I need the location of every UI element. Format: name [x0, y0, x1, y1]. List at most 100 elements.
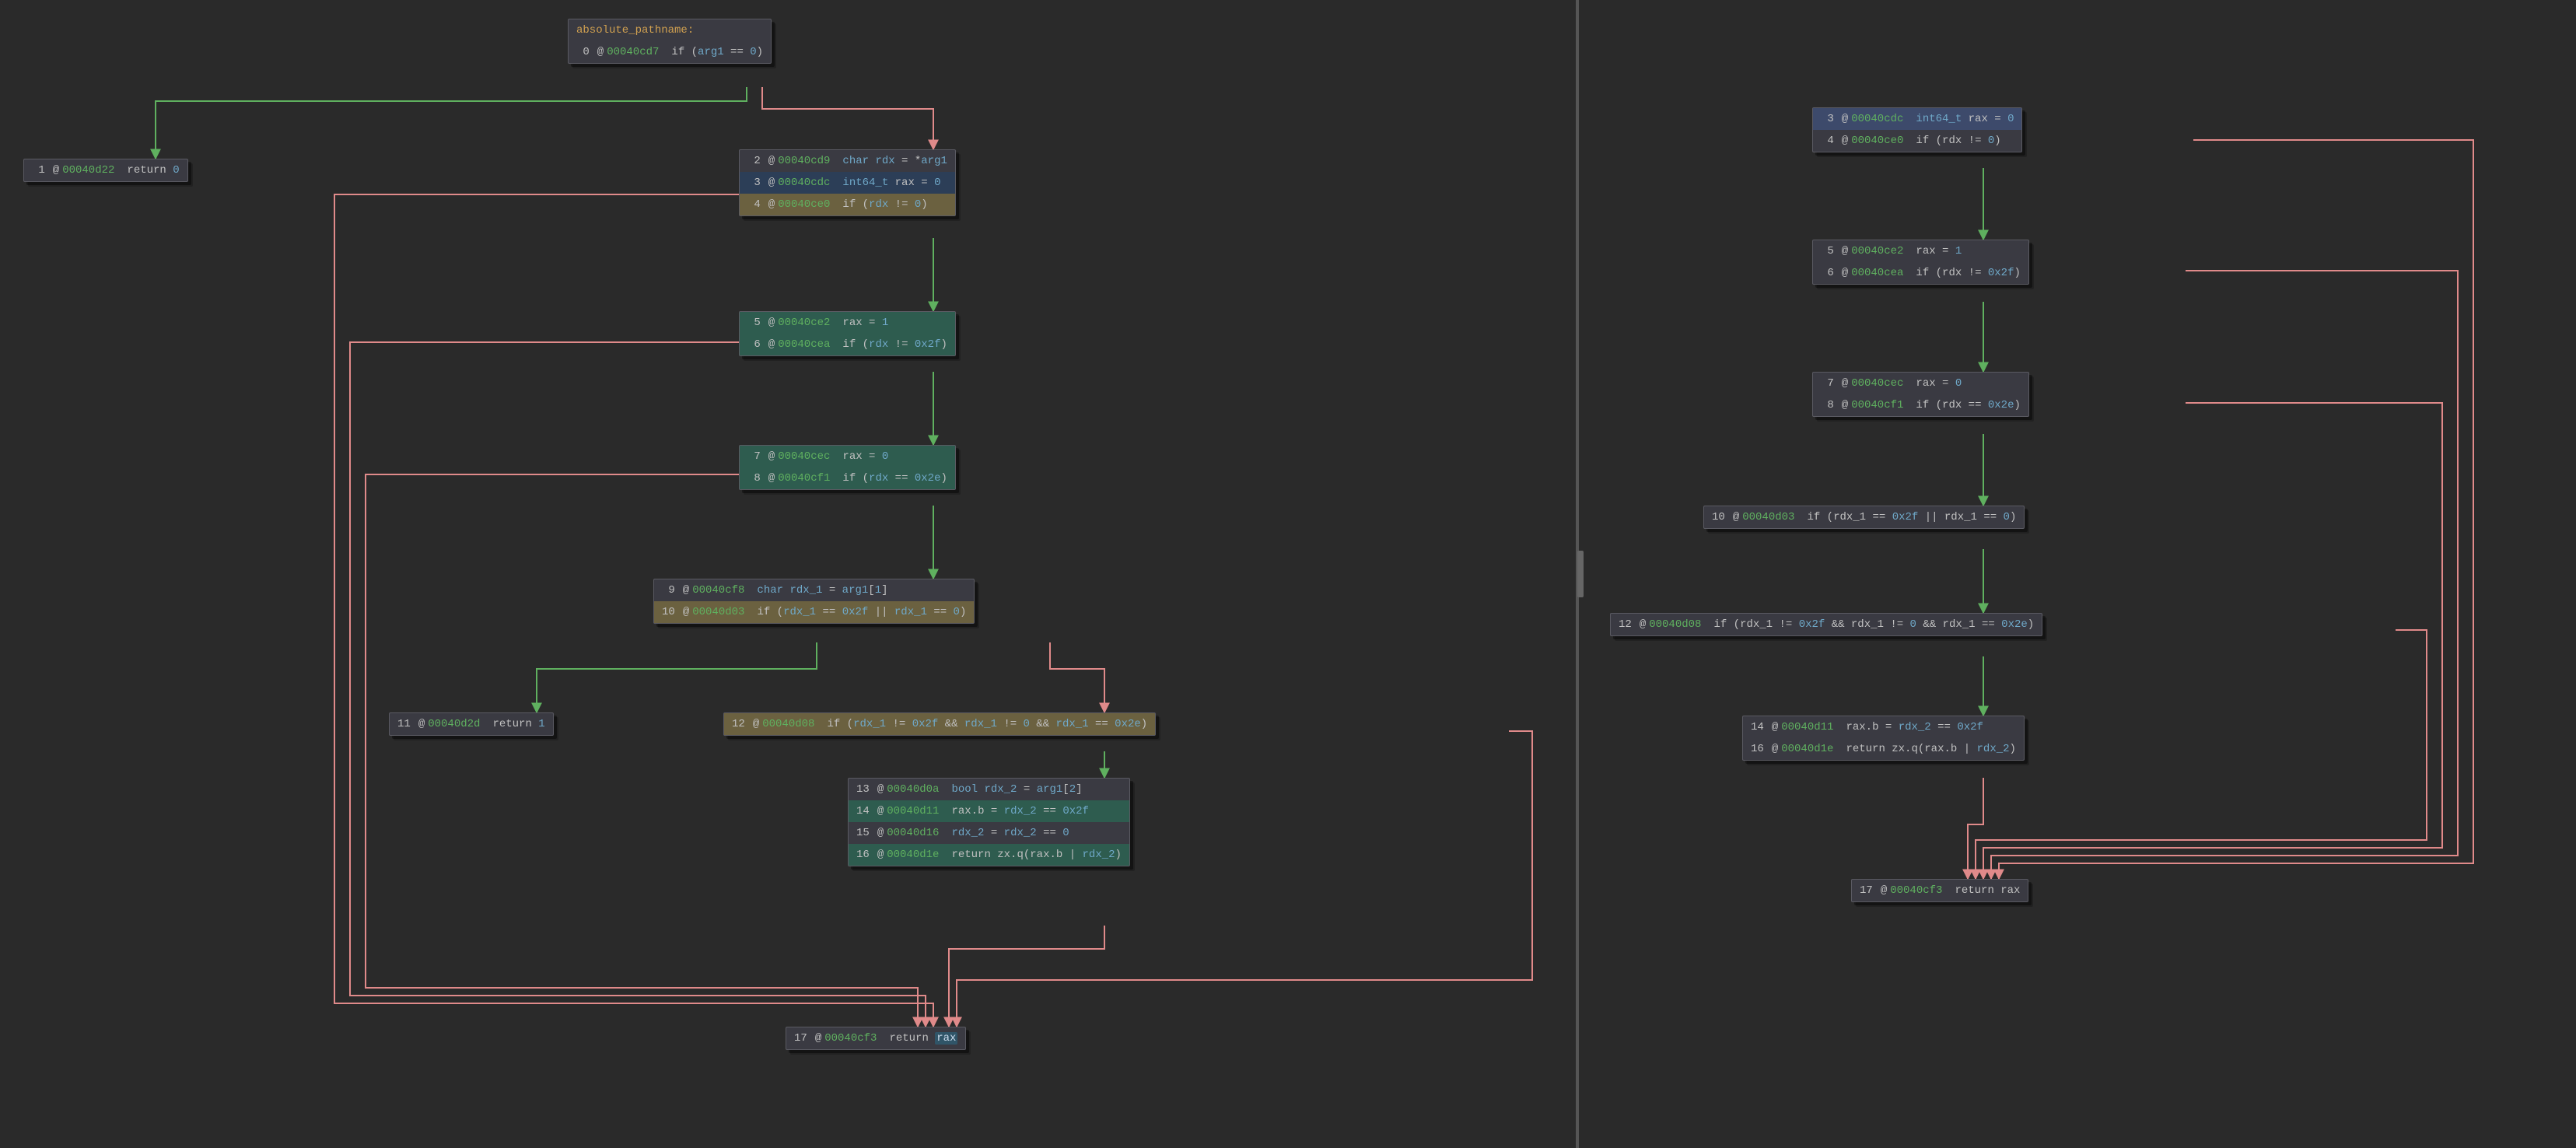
- code-tokens: if (rdx_1 != 0x2f && rdx_1 != 0 && rdx_1…: [827, 718, 1147, 730]
- token-hl-reg: rax: [935, 1032, 957, 1045]
- block-13[interactable]: 13 @ 00040d0a bool rdx_2 = arg1[2] 14 @ …: [848, 778, 1130, 866]
- line-index: 5: [1821, 245, 1834, 257]
- address-label: 00040ce0: [1851, 135, 1903, 147]
- address-label: 00040d16: [887, 827, 939, 839]
- code-line[interactable]: 8 @ 00040cf1 if (rdx == 0x2e): [740, 467, 955, 489]
- block-2[interactable]: 2 @ 00040cd9 char rdx = *arg1 3 @ 00040c…: [739, 149, 956, 216]
- token-ty: int64_t: [842, 177, 894, 189]
- token-op: ==: [1037, 805, 1063, 817]
- block-5[interactable]: 5 @ 00040ce2 rax = 1 6 @ 00040cea if (rd…: [739, 311, 956, 356]
- token-op: |: [1062, 849, 1082, 861]
- token-num: 0x2f: [1799, 618, 1825, 631]
- token-kw: if: [1916, 267, 1929, 279]
- block-12[interactable]: 12 @ 00040d08 if (rdx_1 != 0x2f && rdx_1…: [723, 712, 1156, 736]
- block-11[interactable]: 11 @ 00040d2d return 1: [389, 712, 554, 736]
- left-graph-pane[interactable]: absolute_pathname: 0 @ 00040cd7 if (arg1…: [0, 0, 1579, 1148]
- code-line[interactable]: 5 @ 00040ce2 rax = 1: [740, 312, 955, 334]
- code-line[interactable]: 14 @ 00040d11 rax.b = rdx_2 == 0x2f: [1743, 716, 2024, 738]
- code-tokens: int64_t rax = 0: [1916, 113, 2014, 125]
- token-op: !=: [1884, 618, 1910, 631]
- code-line[interactable]: 16 @ 00040d1e return zx.q(rax.b | rdx_2): [1743, 738, 2024, 760]
- token-nm: rax: [895, 177, 915, 189]
- address-label: 00040cec: [778, 450, 830, 463]
- line-index: 16: [856, 849, 870, 861]
- right-block-3[interactable]: 3 @ 00040cdc int64_t rax = 0 4 @ 00040ce…: [1812, 107, 2022, 152]
- code-line[interactable]: 17 @ 00040cf3 return rax: [786, 1027, 965, 1049]
- at-symbol: @: [683, 584, 689, 597]
- token-op: ]: [881, 584, 887, 597]
- line-index: 8: [1821, 399, 1834, 411]
- code-line[interactable]: 10 @ 00040d03 if (rdx_1 == 0x2f || rdx_1…: [1704, 506, 2024, 528]
- token-op: ==: [1962, 399, 1988, 411]
- token-num: 1: [538, 718, 544, 730]
- token-nm: rax: [842, 317, 862, 329]
- token-nm: rdx: [1942, 267, 1962, 279]
- code-line[interactable]: 14 @ 00040d11 rax.b = rdx_2 == 0x2f: [849, 800, 1129, 822]
- line-index: 12: [732, 718, 745, 730]
- code-line[interactable]: 4 @ 00040ce0 if (rdx != 0): [1813, 130, 2021, 152]
- right-block-10[interactable]: 10 @ 00040d03 if (rdx_1 == 0x2f || rdx_1…: [1703, 506, 2025, 529]
- address-label: 00040ce0: [778, 198, 830, 211]
- code-line[interactable]: 9 @ 00040cf8 char rdx_1 = arg1[1]: [654, 579, 974, 601]
- token-op: !=: [1773, 618, 1799, 631]
- token-num: 1: [1955, 245, 1962, 257]
- block-1[interactable]: 1 @ 00040d22 return 0: [23, 159, 188, 182]
- code-line[interactable]: 17 @ 00040cf3 return rax: [1852, 880, 2028, 901]
- token-op: |: [1957, 743, 1976, 755]
- code-line[interactable]: 4 @ 00040ce0 if (rdx != 0): [740, 194, 955, 215]
- line-index: 15: [856, 827, 870, 839]
- pane-divider[interactable]: [1577, 551, 1584, 597]
- at-symbol: @: [768, 450, 775, 463]
- token-op: =: [822, 584, 842, 597]
- code-line[interactable]: 7 @ 00040cec rax = 0: [1813, 373, 2028, 394]
- right-block-5[interactable]: 5 @ 00040ce2 rax = 1 6 @ 00040cea if (rd…: [1812, 240, 2029, 285]
- code-line[interactable]: 6 @ 00040cea if (rdx != 0x2f): [740, 334, 955, 355]
- right-block-12[interactable]: 12 @ 00040d08 if (rdx_1 != 0x2f && rdx_1…: [1610, 613, 2042, 636]
- token-kw: if: [1713, 618, 1727, 631]
- token-op: = *: [895, 155, 922, 167]
- right-graph-pane[interactable]: 3 @ 00040cdc int64_t rax = 0 4 @ 00040ce…: [1579, 0, 2574, 1148]
- code-line[interactable]: 8 @ 00040cf1 if (rdx == 0x2e): [1813, 394, 2028, 416]
- code-line[interactable]: 2 @ 00040cd9 char rdx = *arg1: [740, 150, 955, 172]
- token-num: 0x2f: [915, 338, 941, 351]
- token-kw: return: [1955, 884, 2000, 897]
- block-0[interactable]: absolute_pathname: 0 @ 00040cd7 if (arg1…: [568, 19, 772, 64]
- block-9[interactable]: 9 @ 00040cf8 char rdx_1 = arg1[1] 10 @ 0…: [653, 579, 975, 624]
- code-line[interactable]: 7 @ 00040cec rax = 0: [740, 446, 955, 467]
- code-line[interactable]: 6 @ 00040cea if (rdx != 0x2f): [1813, 262, 2028, 284]
- code-line[interactable]: 1 @ 00040d22 return 0: [24, 159, 187, 181]
- token-num: 0x2e: [2001, 618, 2028, 631]
- token-var: rdx_2: [1004, 827, 1037, 839]
- token-op: (: [856, 198, 869, 211]
- line-index: 12: [1619, 618, 1632, 631]
- code-line[interactable]: 12 @ 00040d08 if (rdx_1 != 0x2f && rdx_1…: [724, 713, 1155, 735]
- token-op: ): [2028, 618, 2034, 631]
- line-index: 10: [1712, 511, 1725, 523]
- code-line[interactable]: 11 @ 00040d2d return 1: [390, 713, 553, 735]
- code-line[interactable]: 13 @ 00040d0a bool rdx_2 = arg1[2]: [849, 779, 1129, 800]
- line-index: 3: [1821, 113, 1834, 125]
- code-line[interactable]: 0 @ 00040cd7 if (arg1 == 0): [569, 41, 771, 63]
- token-op: !=: [888, 338, 915, 351]
- token-op: ==: [1089, 718, 1115, 730]
- code-line[interactable]: 12 @ 00040d08 if (rdx_1 != 0x2f && rdx_1…: [1611, 614, 2042, 635]
- code-line[interactable]: 10 @ 00040d03 if (rdx_1 == 0x2f || rdx_1…: [654, 601, 974, 623]
- token-op: =: [1878, 721, 1898, 733]
- right-block-17[interactable]: 17 @ 00040cf3 return rax: [1851, 879, 2028, 902]
- token-op: ==: [724, 46, 751, 58]
- right-block-7[interactable]: 7 @ 00040cec rax = 0 8 @ 00040cf1 if (rd…: [1812, 372, 2029, 417]
- token-op: &&: [1916, 618, 1943, 631]
- code-line[interactable]: 5 @ 00040ce2 rax = 1: [1813, 240, 2028, 262]
- address-label: 00040cec: [1851, 377, 1903, 390]
- token-kw: if: [1916, 399, 1929, 411]
- token-kw: if: [671, 46, 684, 58]
- token-num: 0: [1955, 377, 1962, 390]
- code-line[interactable]: 16 @ 00040d1e return zx.q(rax.b | rdx_2): [849, 844, 1129, 866]
- code-line[interactable]: 15 @ 00040d16 rdx_2 = rdx_2 == 0: [849, 822, 1129, 844]
- code-line[interactable]: 3 @ 00040cdc int64_t rax = 0: [740, 172, 955, 194]
- block-7[interactable]: 7 @ 00040cec rax = 0 8 @ 00040cf1 if (rd…: [739, 445, 956, 490]
- right-block-14[interactable]: 14 @ 00040d11 rax.b = rdx_2 == 0x2f 16 @…: [1742, 716, 2025, 761]
- block-17[interactable]: 17 @ 00040cf3 return rax: [786, 1027, 966, 1050]
- token-op: ]: [1076, 783, 1082, 796]
- code-line[interactable]: 3 @ 00040cdc int64_t rax = 0: [1813, 108, 2021, 130]
